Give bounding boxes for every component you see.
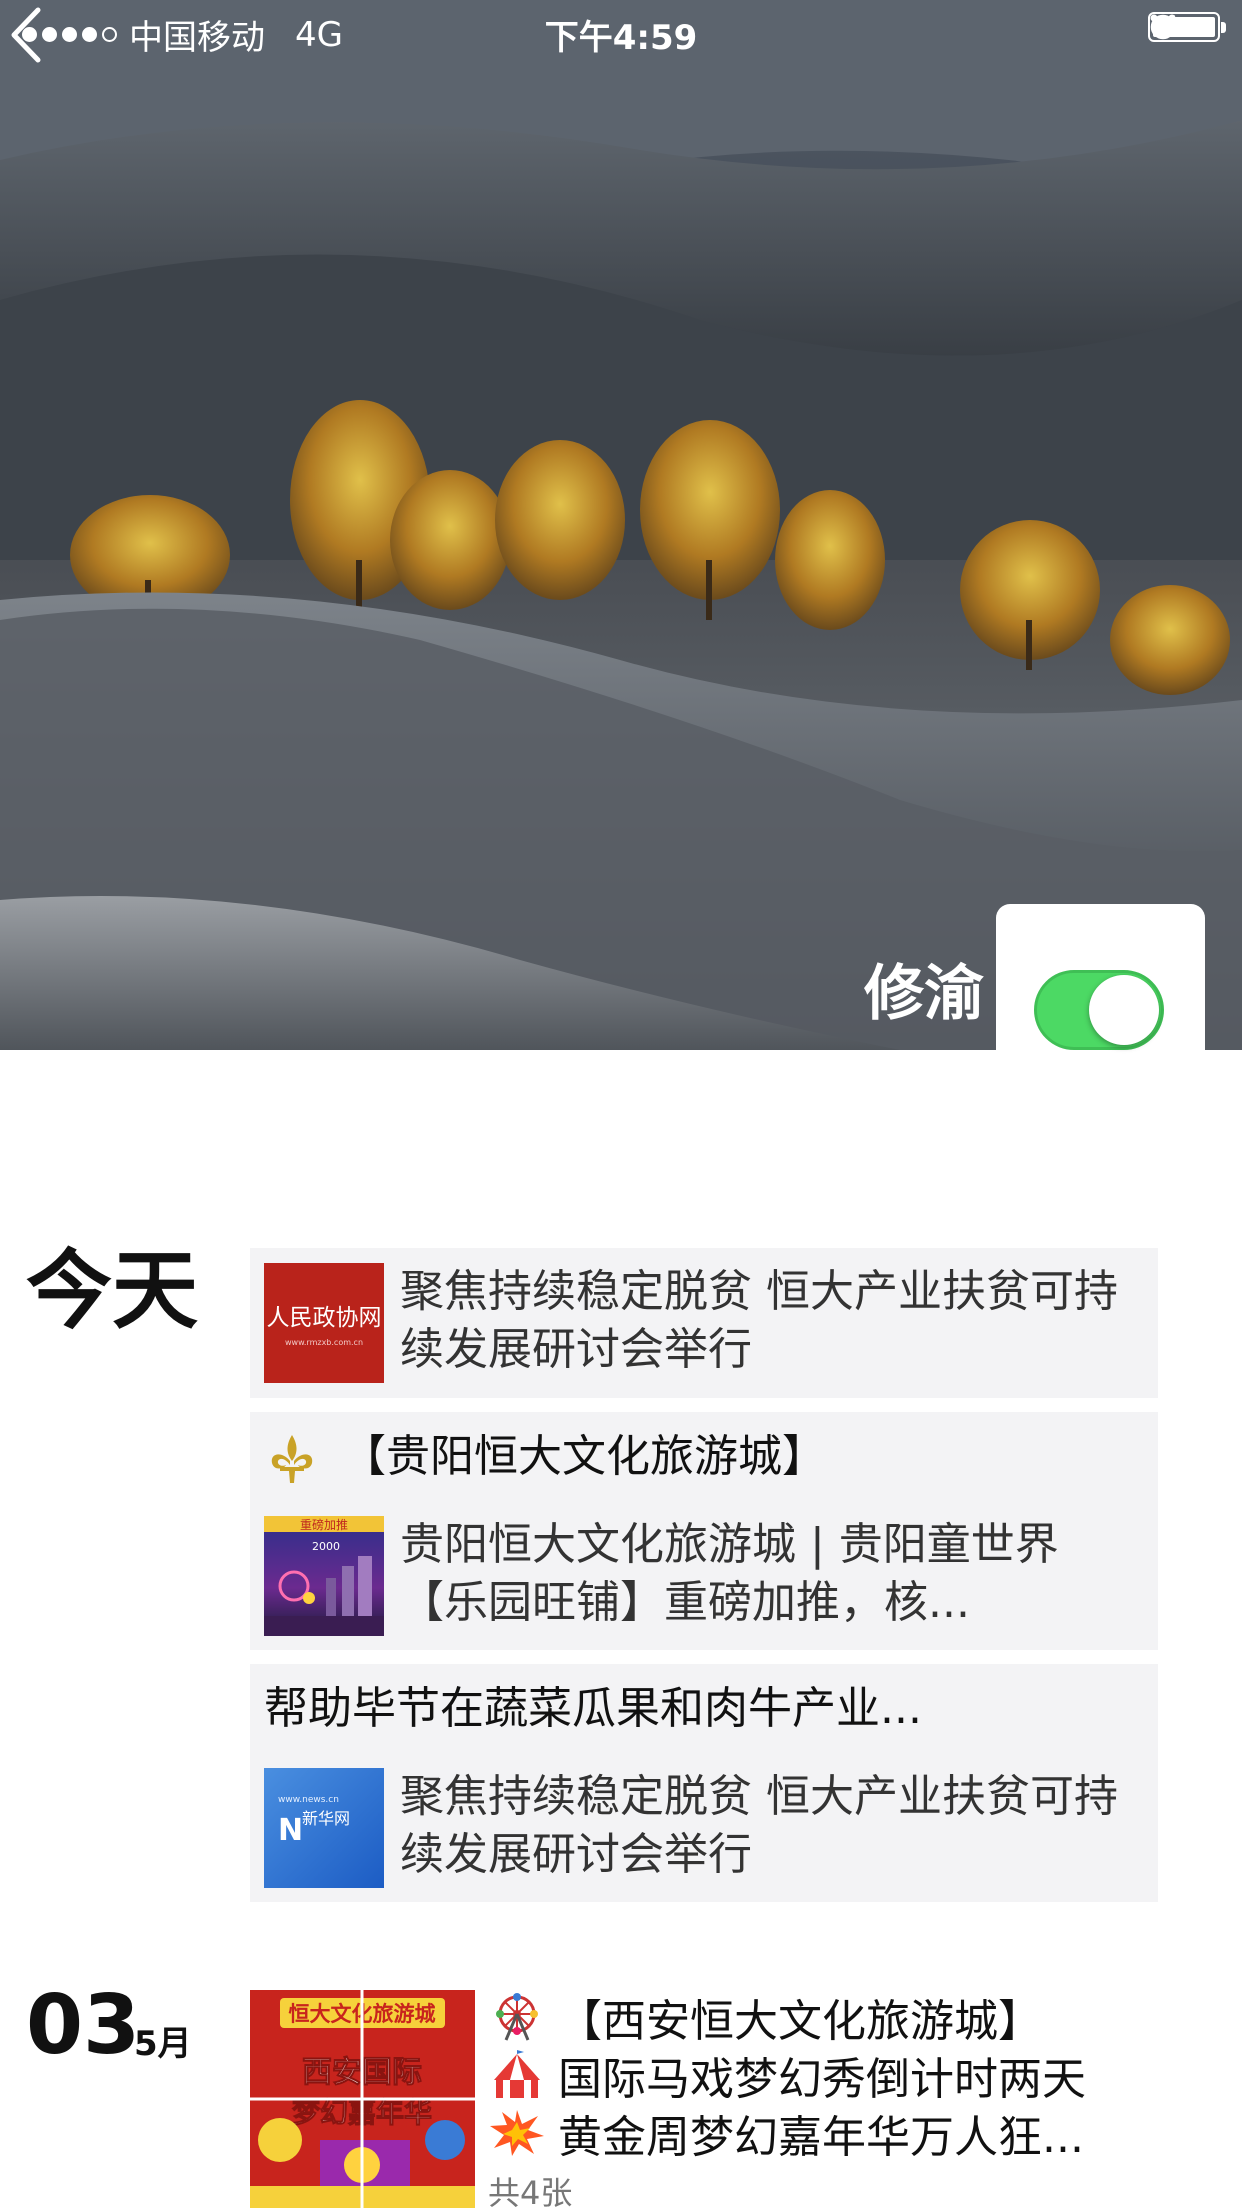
post-caption-line: 黄金周梦幻嘉年华万人狂... — [488, 2104, 1188, 2163]
svg-text:新华网: 新华网 — [302, 1809, 350, 1828]
svg-text:www.rmzxb.com.cn: www.rmzxb.com.cn — [285, 1338, 363, 1347]
ferris-wheel-icon — [496, 1993, 538, 2041]
collision-icon — [490, 2110, 544, 2156]
link-title: 贵阳恒大文化旅游城 | 贵阳童世界【乐园旺铺】重磅加推，核... — [400, 1519, 1059, 1628]
post-caption-text: 国际马戏梦幻秀倒计时两天 — [558, 2054, 1086, 2105]
date-label-day: 03 — [26, 1978, 141, 2073]
cover-photo[interactable]: 中国移动 4G 下午4:59 修渝 — [0, 0, 1242, 1050]
shared-link-card[interactable]: 【贵阳恒大文化旅游城】 重磅加推 2000 贵阳恒大文化旅游城 | 贵阳童世界【… — [250, 1412, 1158, 1650]
link-thumbnail: www.news.cn N 新华网 — [264, 1768, 384, 1888]
link-title: 聚焦持续稳定脱贫 恒大产业扶贫可持续发展研讨会举行 — [400, 1771, 1118, 1880]
post-caption[interactable]: 【西安恒大文化旅游城】 国际马戏梦幻秀倒计时两天 黄金周梦幻嘉年华万人狂... — [488, 1988, 1188, 2163]
svg-text:人民政协网: 人民政协网 — [267, 1305, 382, 1331]
svg-text:N: N — [278, 1813, 303, 1848]
back-button[interactable] — [0, 0, 60, 70]
profile-username[interactable]: 修渝 — [864, 945, 984, 1032]
shared-link-card[interactable]: 人民政协网 www.rmzxb.com.cn 聚焦持续稳定脱贫 恒大产业扶贫可持… — [250, 1248, 1158, 1398]
fleur-de-lis-icon — [271, 1435, 313, 1483]
toggle-switch-icon — [1034, 970, 1164, 1050]
post-caption-line: 【西安恒大文化旅游城】 — [488, 1988, 1188, 2047]
link-title: 聚焦持续稳定脱贫 恒大产业扶贫可持续发展研讨会举行 — [400, 1266, 1118, 1375]
link-thumbnail: 人民政协网 www.rmzxb.com.cn — [264, 1263, 384, 1383]
date-label-month: 5月 — [134, 2024, 192, 2064]
post-photo-grid[interactable]: 恒大文化旅游城 西安国际 梦幻嘉年华 — [250, 1990, 475, 2208]
status-time: 下午4:59 — [544, 18, 698, 58]
post-caption-text: 【贵阳恒大文化旅游城】 — [342, 1431, 826, 1482]
post-caption: 帮助毕节在蔬菜瓜果和肉牛产业... — [264, 1683, 922, 1734]
cover-landscape-image — [0, 0, 1242, 1050]
post-caption-text: 黄金周梦幻嘉年华万人狂... — [558, 2112, 1084, 2163]
post-caption-text: 【西安恒大文化旅游城】 — [558, 1996, 1042, 2047]
status-bar: 中国移动 4G 下午4:59 — [0, 0, 1242, 60]
avatar[interactable] — [996, 904, 1205, 1114]
link-thumbnail: 重磅加推 2000 — [264, 1516, 384, 1636]
shared-link-card[interactable]: 帮助毕节在蔬菜瓜果和肉牛产业... www.news.cn N 新华网 聚焦持续… — [250, 1664, 1158, 1902]
post-caption-line: 国际马戏梦幻秀倒计时两天 — [488, 2046, 1188, 2105]
svg-text:2000: 2000 — [312, 1540, 340, 1553]
photo-count: 共4张 — [488, 2174, 573, 2208]
svg-text:重磅加推: 重磅加推 — [300, 1517, 348, 1532]
date-label-today: 今天 — [26, 1241, 198, 1341]
svg-text:www.news.cn: www.news.cn — [278, 1795, 339, 1805]
circus-tent-icon — [494, 2050, 540, 2098]
post-caption: 【贵阳恒大文化旅游城】 — [264, 1428, 826, 1487]
battery-icon — [1148, 12, 1226, 42]
